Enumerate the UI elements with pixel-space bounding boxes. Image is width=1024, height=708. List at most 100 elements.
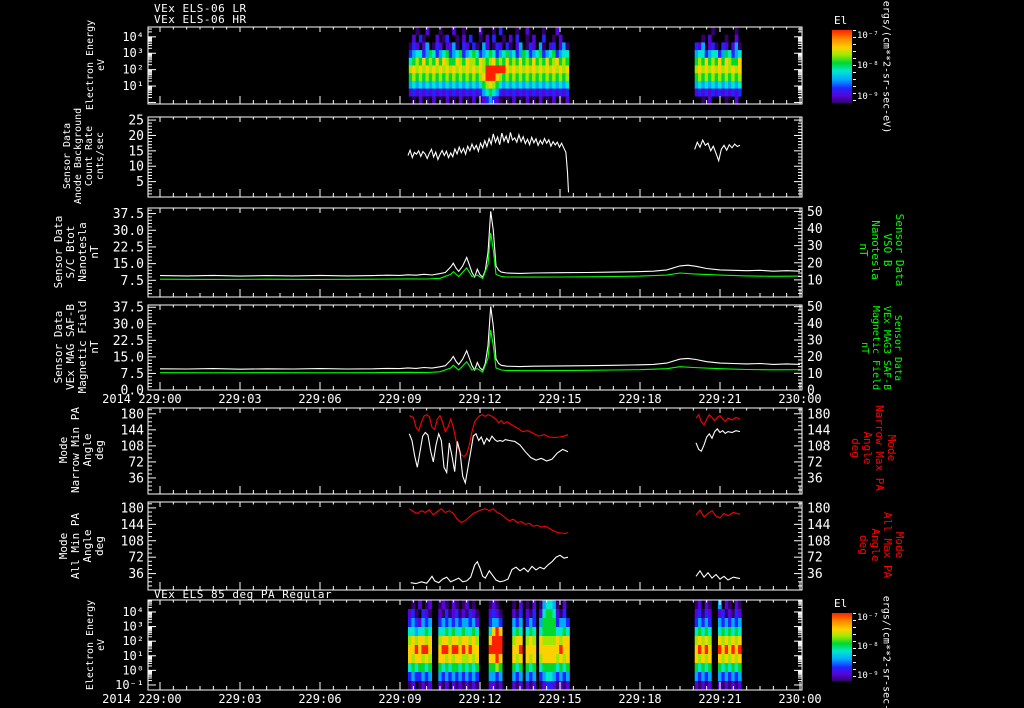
svg-text:5: 5 [136, 175, 144, 190]
svg-text:10: 10 [128, 160, 144, 175]
series-sc-btot [159, 211, 801, 279]
colorbar-tick: 10⁻⁹ [857, 671, 879, 681]
panel-p2: 252015105 [128, 114, 803, 198]
svg-text:108: 108 [121, 534, 144, 549]
svg-text:7.5: 7.5 [121, 274, 144, 289]
svg-text:7.5: 7.5 [121, 367, 144, 382]
axis-label-line: VEx MAG3 SAF-B [881, 305, 892, 391]
svg-text:20: 20 [807, 350, 823, 365]
panel2-y-label: Sensor Data Anode Background Count Rate … [62, 108, 106, 204]
colorbar-tick: 10⁻⁷ [857, 613, 879, 623]
axis-label-line: Nanotesla [869, 220, 882, 280]
svg-text:20: 20 [128, 129, 144, 144]
panel6-y-label: Mode All Min PA Angle deg [57, 513, 106, 579]
panel-p4: 37.530.022.515.07.50.050403020100 [113, 300, 823, 398]
svg-text:10: 10 [807, 273, 823, 288]
colorbar-bottom [832, 613, 856, 681]
panel5-right-label: Mode Narrow Max PA Angle deg [849, 405, 898, 491]
series-count-rate [694, 138, 741, 163]
colorbar-title-top: El [834, 14, 848, 27]
colorbar-tick: 10⁻⁷ [857, 31, 879, 41]
svg-text:10³: 10³ [122, 620, 144, 634]
svg-text:72: 72 [807, 455, 823, 470]
svg-text:108: 108 [807, 534, 830, 549]
svg-text:40: 40 [807, 317, 823, 332]
svg-text:2014: 2014 [102, 392, 131, 406]
svg-text:30.0: 30.0 [113, 224, 144, 239]
axis-label-line: Sensor Data [892, 314, 903, 382]
time-axis-labels: 2014 229:00 229:03 229:06 229:09 229:12 229:15… [102, 692, 822, 706]
svg-text:36: 36 [128, 471, 144, 486]
panel7-title: VEx ELS 85 deg PA Regular [154, 588, 333, 601]
panel3-y-label: Sensor Data S/C Btot Nanotesla nT [52, 216, 101, 289]
svg-text:108: 108 [807, 439, 830, 454]
svg-text:22.5: 22.5 [113, 334, 144, 349]
svg-text:15.0: 15.0 [113, 257, 144, 272]
time-axis-labels: 2014 229:00 229:03 229:06 229:09 229:12 229:15… [102, 392, 822, 406]
svg-text:229:00: 229:00 [138, 692, 181, 706]
svg-text:229:18: 229:18 [618, 392, 661, 406]
series-all-min-pa [410, 554, 569, 585]
svg-text:15.0: 15.0 [113, 350, 144, 365]
svg-text:229:06: 229:06 [298, 692, 341, 706]
svg-text:36: 36 [807, 567, 823, 582]
svg-text:180: 180 [807, 407, 830, 422]
svg-text:10³: 10³ [122, 46, 144, 60]
svg-text:40: 40 [807, 222, 823, 237]
axis-label-line: Angle [869, 528, 882, 562]
svg-text:10⁴: 10⁴ [122, 605, 144, 619]
svg-text:229:15: 229:15 [538, 392, 581, 406]
svg-text:36: 36 [128, 567, 144, 582]
axis-label-line: nT [857, 243, 870, 257]
panel1-title-line2: VEx ELS-06 HR [154, 13, 247, 26]
colorbar-tick: 10⁻⁹ [857, 92, 879, 102]
colorbar-unit-top: ergs/(cm**2-sr-sec-eV) [880, 0, 892, 134]
svg-text:229:15: 229:15 [538, 692, 581, 706]
series-mag3-saf-b [159, 329, 801, 374]
axis-label-line: Electron Energy [85, 19, 96, 111]
svg-text:10²: 10² [122, 634, 144, 648]
svg-text:180: 180 [807, 501, 830, 516]
svg-text:10: 10 [807, 367, 823, 382]
series-vso-b [159, 232, 801, 280]
plot-page: 10⁴ 10³ 10² 10¹ 25 20 15 10 5 37.5 30.0 22.5 15.0 7.5… [0, 0, 1024, 708]
axis-label-line: deg [93, 440, 106, 460]
svg-text:10¹: 10¹ [122, 79, 144, 93]
svg-text:229:12: 229:12 [458, 392, 501, 406]
svg-text:37.5: 37.5 [113, 301, 144, 316]
svg-text:144: 144 [121, 518, 145, 533]
svg-text:229:09: 229:09 [378, 392, 421, 406]
axis-label-line: Mode [893, 531, 906, 559]
panel-p1: 10⁴ 10³ 10² 10¹ [122, 26, 803, 105]
axis-label-line: nT [88, 340, 101, 354]
colorbar-top [832, 30, 856, 103]
axis-label-line: cnts/sec [95, 131, 106, 181]
svg-text:229:21: 229:21 [698, 392, 741, 406]
panel-p3: 37.5 30.022.5 15.0 7.5 50 40 30 20 10 [113, 205, 823, 298]
axis-label-line: nT [88, 245, 101, 259]
panel5-y-label: Mode Narrow Min PA Angle deg [57, 407, 106, 493]
svg-text:20: 20 [807, 256, 823, 271]
svg-text:2014: 2014 [102, 692, 131, 706]
axis-label-line: Electron Energy [85, 599, 96, 691]
panel-p7: 10⁴10³10²10¹10⁰10⁻¹ [115, 599, 803, 692]
panel-p6: 18014410872361801441087236 [121, 501, 831, 591]
series-narrow-min-pa [408, 431, 569, 485]
axis-label-line: Count Rate [84, 125, 95, 187]
svg-text:50: 50 [807, 205, 823, 220]
axis-label-line: eV [96, 58, 107, 72]
svg-text:30: 30 [807, 239, 823, 254]
svg-text:22.5: 22.5 [113, 240, 144, 255]
svg-text:229:09: 229:09 [378, 692, 421, 706]
svg-text:229:03: 229:03 [218, 692, 261, 706]
svg-text:10⁰: 10⁰ [122, 663, 144, 677]
svg-text:144: 144 [807, 518, 831, 533]
panel4-right-label: Sensor Data VEx MAG3 SAF-B Magnetic Fiel… [859, 306, 903, 390]
svg-text:10⁴: 10⁴ [122, 30, 144, 44]
svg-text:72: 72 [128, 455, 144, 470]
axis-label-line: deg [849, 438, 862, 458]
svg-text:229:21: 229:21 [698, 692, 741, 706]
axis-label-line: Mode [885, 434, 898, 462]
svg-text:36: 36 [807, 471, 823, 486]
colorbar-title-bottom: El [834, 597, 848, 610]
